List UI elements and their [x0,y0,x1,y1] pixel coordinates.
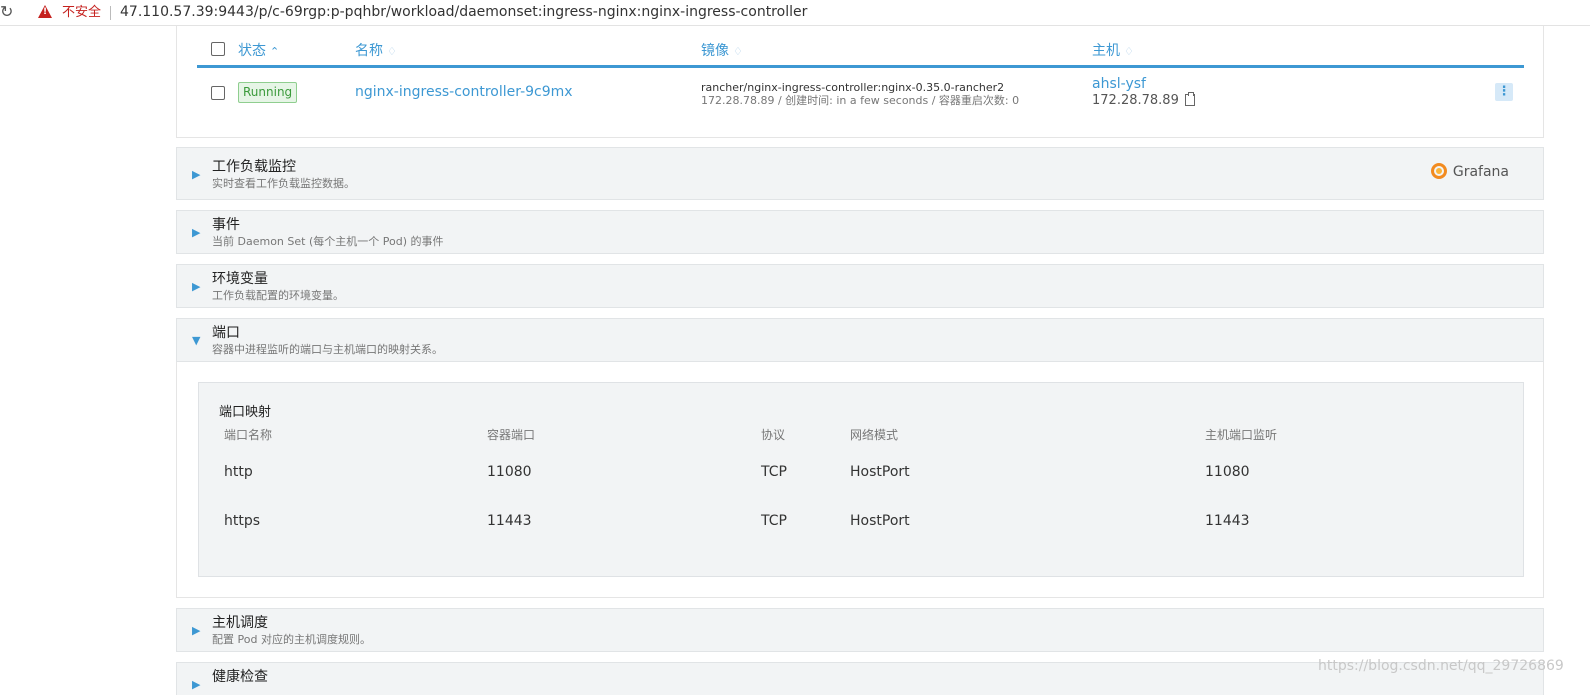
port-cell-name: http [224,464,253,480]
column-header-image[interactable]: 镜像 ♢ [701,42,743,61]
host-ip: 172.28.78.89 [1092,92,1195,109]
port-column-header: 主机端口监听 [1205,428,1278,442]
ports-content: 端口映射 端口名称 容器端口 协议 网络模式 主机端口监听 http 11080… [176,362,1544,598]
column-header-host-label: 主机 [1092,43,1120,59]
pod-image: rancher/nginx-ingress-controller:nginx-0… [701,81,1005,94]
port-cell-network-mode: HostPort [850,513,910,529]
table-row: Running nginx-ingress-controller-9c9mx r… [197,72,1524,120]
host-ip-text: 172.28.78.89 [1092,93,1179,108]
reload-icon[interactable]: ↻ [0,3,13,21]
section-title: 主机调度 [212,615,268,631]
section-title: 端口 [212,325,240,341]
url-text[interactable]: 47.110.57.39:9443/p/c-69rgp:p-pqhbr/work… [120,4,807,21]
sort-icon: ♢ [733,45,743,58]
warning-icon [38,5,52,18]
sort-asc-icon: ⌃ [270,45,280,58]
section-monitoring[interactable]: ▶ 工作负载监控 实时查看工作负载监控数据。 Grafana [176,147,1544,200]
pod-name-link[interactable]: nginx-ingress-controller-9c9mx [355,82,573,102]
section-scheduling[interactable]: ▶ 主机调度 配置 Pod 对应的主机调度规则。 [176,608,1544,652]
section-ports[interactable]: ▼ 端口 容器中进程监听的端口与主机端口的映射关系。 [176,318,1544,362]
expand-arrow-icon[interactable]: ▶ [192,625,200,637]
expand-arrow-icon[interactable]: ▶ [192,227,200,239]
sort-icon: ♢ [387,45,397,58]
section-events[interactable]: ▶ 事件 当前 Daemon Set (每个主机一个 Pod) 的事件 [176,210,1544,254]
row-actions-kebab-icon[interactable]: ⋮ [1495,83,1513,101]
browser-address-bar: ↻ 不安全 47.110.57.39:9443/p/c-69rgp:p-pqhb… [0,0,1590,26]
port-column-header: 网络模式 [850,428,899,442]
column-header-name-label: 名称 [355,43,383,59]
section-description: 配置 Pod 对应的主机调度规则。 [212,633,371,646]
column-header-image-label: 镜像 [701,43,729,59]
status-badge: Running [238,82,298,103]
url-divider [110,6,111,20]
grafana-label: Grafana [1452,164,1509,180]
column-header-host[interactable]: 主机 ♢ [1092,42,1134,61]
host-name-link[interactable]: ahsl-ysf [1092,76,1146,93]
expand-arrow-icon[interactable]: ▶ [192,281,200,293]
section-title: 健康检查 [212,669,268,685]
port-cell-host-port: 11443 [1205,513,1250,529]
section-description: 当前 Daemon Set (每个主机一个 Pod) 的事件 [212,235,444,248]
port-cell-network-mode: HostPort [850,464,910,480]
port-mapping-panel: 端口映射 端口名称 容器端口 协议 网络模式 主机端口监听 http 11080… [198,382,1524,577]
section-title: 环境变量 [212,271,268,287]
column-header-state-label: 状态 [238,43,266,59]
copy-icon[interactable] [1184,92,1195,106]
select-all-checkbox[interactable] [211,42,225,56]
grafana-link[interactable]: Grafana [1430,163,1509,181]
row-checkbox[interactable] [211,86,225,100]
port-cell-protocol: TCP [761,513,787,529]
column-header-name[interactable]: 名称 ♢ [355,42,397,61]
pod-image-detail: 172.28.78.89 / 创建时间: in a few seconds / … [701,94,1020,107]
section-description: 容器中进程监听的端口与主机端口的映射关系。 [212,343,443,356]
expand-arrow-icon[interactable]: ▶ [192,169,200,181]
expand-arrow-icon[interactable]: ▶ [192,679,200,691]
grafana-icon [1430,163,1447,179]
port-column-header: 协议 [761,428,786,442]
port-cell-host-port: 11080 [1205,464,1250,480]
section-env[interactable]: ▶ 环境变量 工作负载配置的环境变量。 [176,264,1544,308]
pod-table: 状态 ⌃ 名称 ♢ 镜像 ♢ 主机 ♢ Running nginx-ingress-co… [176,26,1544,138]
section-title: 工作负载监控 [212,159,296,175]
section-description: 实时查看工作负载监控数据。 [212,177,355,190]
section-description: 工作负载配置的环境变量。 [212,289,344,302]
sort-icon: ♢ [1124,45,1134,58]
pod-table-header: 状态 ⌃ 名称 ♢ 镜像 ♢ 主机 ♢ [197,34,1524,68]
port-cell-container-port: 11443 [487,513,532,529]
watermark: https://blog.csdn.net/qq_29726869 [1318,658,1564,674]
section-title: 事件 [212,217,240,233]
port-column-header: 端口名称 [224,428,273,442]
port-cell-name: https [224,513,261,529]
port-cell-protocol: TCP [761,464,787,480]
port-cell-container-port: 11080 [487,464,532,480]
column-header-state[interactable]: 状态 ⌃ [238,42,279,61]
port-column-header: 容器端口 [487,428,536,442]
port-mapping-title: 端口映射 [219,405,272,420]
security-label[interactable]: 不安全 [62,4,101,21]
collapse-arrow-icon[interactable]: ▼ [192,335,200,347]
